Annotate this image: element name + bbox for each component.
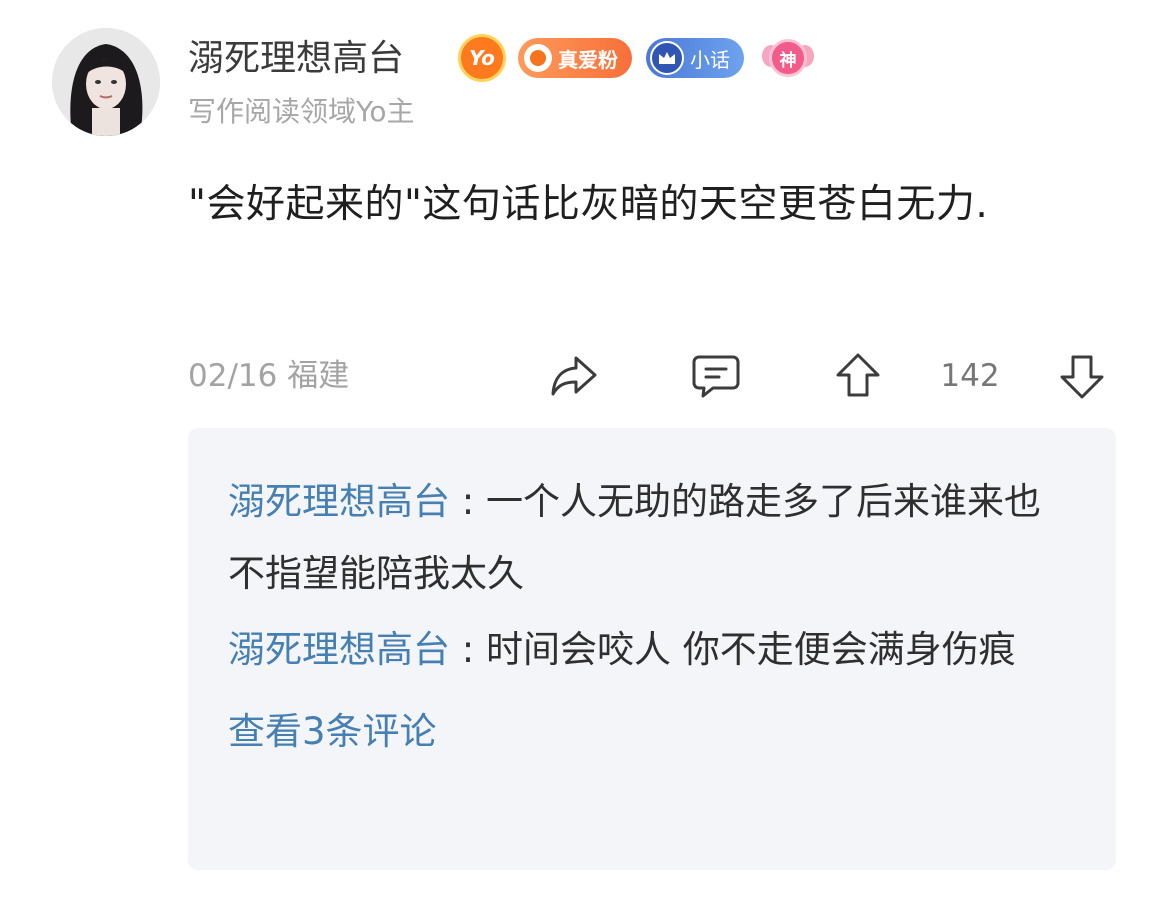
author-subtitle: 写作阅读领域Yo主 — [188, 95, 415, 128]
share-icon — [551, 356, 597, 396]
upvote-icon — [836, 353, 880, 397]
avatar[interactable] — [52, 28, 160, 136]
comment-author[interactable]: 溺死理想高台 — [228, 628, 450, 671]
xiaohua-badge[interactable]: 小话 — [646, 38, 744, 78]
downvote-button[interactable] — [1056, 350, 1108, 402]
downvote-icon — [1060, 355, 1104, 399]
author-badges: Yo 真爱粉 小话 神 — [458, 34, 814, 82]
heart-icon — [524, 44, 552, 72]
comment-preview-box: 溺死理想高台 : 一个人无助的路走多了后来谁来也不指望能陪我太久 溺死理想高台 … — [188, 428, 1116, 870]
yo-badge-label: Yo — [469, 46, 495, 70]
comment-text: 时间会咬人 你不走便会满身伤痕 — [486, 628, 1016, 671]
shen-badge-label: 神 — [779, 50, 797, 71]
post-text[interactable]: "会好起来的"这句话比灰暗的天空更苍白无力. — [188, 172, 1118, 238]
post-meta: 02/16 福建 — [188, 358, 350, 394]
comment-item[interactable]: 溺死理想高台 : 一个人无助的路走多了后来谁来也不指望能陪我太久 — [228, 466, 1076, 610]
comment-author[interactable]: 溺死理想高台 — [228, 480, 450, 523]
true-fan-badge[interactable]: 真爱粉 — [518, 38, 632, 78]
comment-button[interactable] — [690, 350, 742, 402]
author-name[interactable]: 溺死理想高台 — [188, 34, 404, 84]
comment-icon — [692, 355, 740, 398]
view-all-comments-link[interactable]: 查看3条评论 — [228, 696, 437, 768]
comment-item[interactable]: 溺死理想高台 : 时间会咬人 你不走便会满身伤痕 — [228, 614, 1076, 686]
true-fan-badge-label: 真爱粉 — [558, 47, 618, 72]
comment-separator: : — [450, 628, 486, 671]
share-button[interactable] — [548, 350, 600, 402]
upvote-count: 142 — [940, 358, 1000, 394]
yo-badge[interactable]: Yo — [458, 34, 506, 82]
xiaohua-badge-label: 小话 — [690, 47, 730, 72]
shen-badge[interactable]: 神 — [762, 35, 814, 81]
upvote-button[interactable] — [832, 350, 884, 402]
avatar-image — [52, 28, 160, 136]
comment-separator: : — [450, 480, 486, 523]
crown-icon — [650, 41, 684, 75]
